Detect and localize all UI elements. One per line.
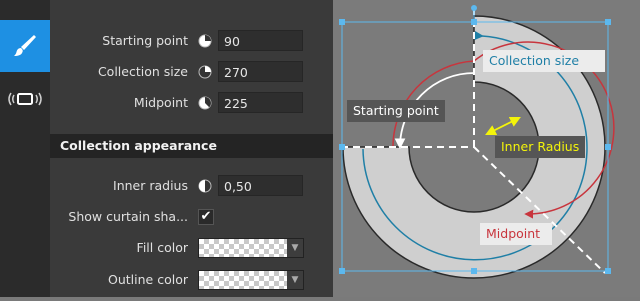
chevron-down-icon[interactable]: ▼ — [287, 271, 303, 289]
inner-radius-row: Inner radius 0,50 — [50, 171, 333, 201]
fill-color-picker[interactable]: ▼ — [198, 238, 304, 258]
starting-point-input[interactable]: 90 — [218, 30, 303, 51]
fill-color-row: Fill color ▼ — [50, 233, 333, 263]
half-circle-icon — [198, 179, 212, 193]
inner-radius-annotation: Inner Radius — [495, 136, 586, 158]
midpoint-input[interactable]: 225 — [218, 92, 303, 113]
show-curtain-label: Show curtain sha... — [68, 209, 188, 224]
ring-diagram — [339, 5, 615, 279]
brush-tool-button[interactable] — [0, 20, 50, 72]
outline-color-label: Outline color — [108, 272, 188, 287]
outline-color-row: Outline color ▼ — [50, 265, 333, 295]
starting-point-row: Starting point 90 — [50, 26, 333, 56]
chevron-down-icon[interactable]: ▼ — [287, 239, 303, 257]
show-curtain-checkbox[interactable]: ✔ — [198, 209, 214, 225]
collection-size-input[interactable]: 270 — [218, 61, 303, 82]
angle-midpoint-icon — [198, 96, 212, 110]
inner-radius-input[interactable]: 0,50 — [218, 175, 303, 196]
transparent-swatch — [199, 271, 287, 289]
show-curtain-row: Show curtain sha... ✔ — [50, 202, 333, 232]
broadcast-tool-button[interactable] — [0, 73, 50, 125]
design-canvas[interactable]: Collection size Starting point Inner Rad… — [333, 0, 640, 297]
collection-appearance-header: Collection appearance — [50, 134, 333, 158]
collection-size-row: Collection size 270 — [50, 57, 333, 87]
checkmark-icon: ✔ — [200, 209, 212, 224]
inner-radius-label: Inner radius — [113, 178, 188, 193]
transparent-swatch — [199, 239, 287, 257]
collection-size-annotation: Collection size — [483, 50, 605, 72]
collection-size-label: Collection size — [97, 64, 188, 79]
rotate-handle[interactable] — [471, 5, 477, 11]
brush-icon — [14, 35, 36, 56]
midpoint-annotation: Midpoint — [480, 223, 552, 245]
tool-strip — [0, 0, 50, 297]
inner-radius-arrow — [485, 117, 521, 135]
broadcast-icon — [8, 92, 42, 106]
angle-three-quarter-icon — [198, 65, 212, 79]
angle-quarter-icon — [198, 34, 212, 48]
midpoint-label: Midpoint — [133, 95, 188, 110]
midpoint-row: Midpoint 225 — [50, 88, 333, 118]
properties-panel: Starting point 90 Collection size 270 Mi… — [50, 0, 333, 297]
outline-color-picker[interactable]: ▼ — [198, 270, 304, 290]
fill-color-label: Fill color — [136, 240, 188, 255]
starting-point-annotation: Starting point — [347, 100, 445, 122]
starting-point-label: Starting point — [102, 33, 188, 48]
